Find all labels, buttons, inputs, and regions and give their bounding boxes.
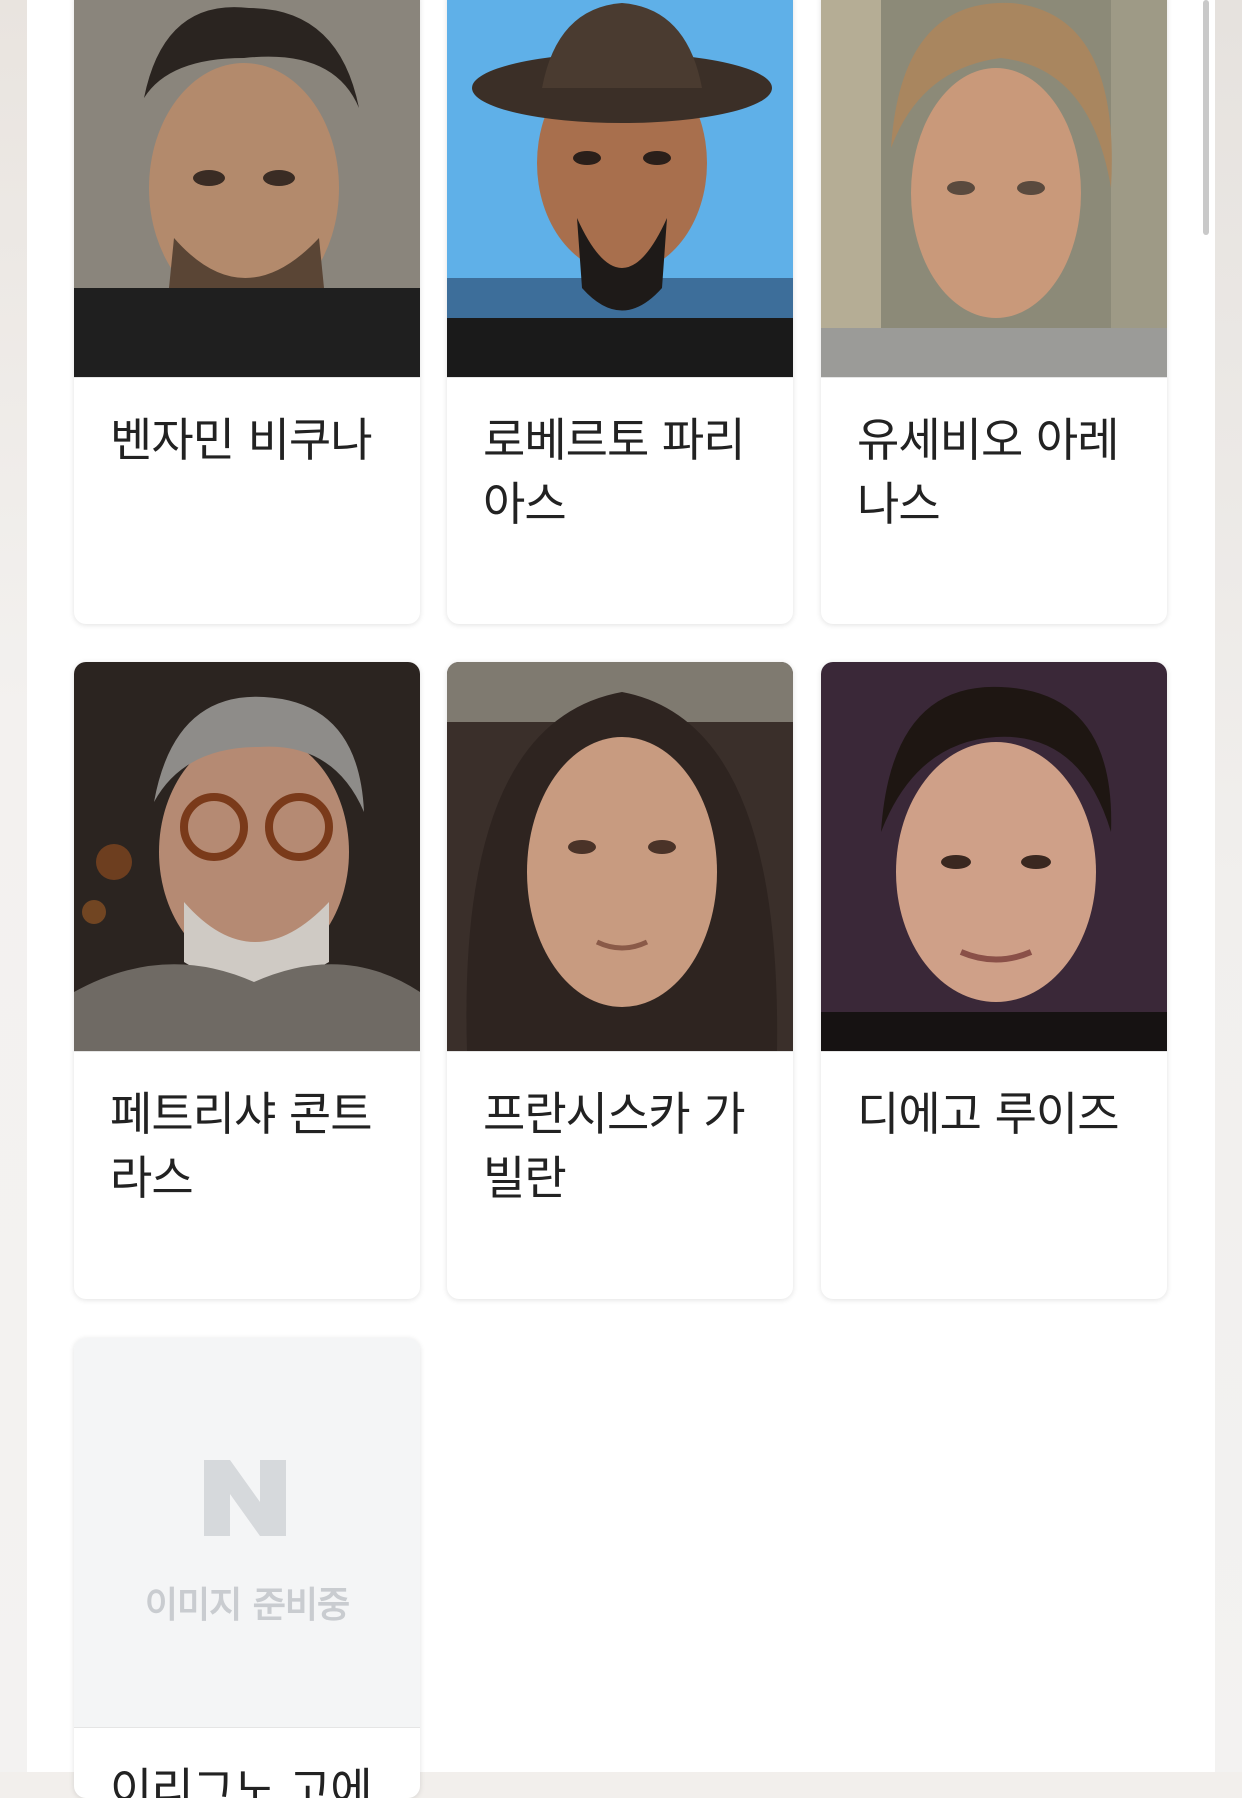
card-divider — [74, 1051, 420, 1052]
cast-photo[interactable] — [447, 0, 793, 377]
cast-card[interactable]: 로베르토 파리아스 — [447, 0, 793, 624]
page-background-left — [0, 0, 27, 1772]
naver-n-icon — [204, 1460, 286, 1536]
cast-card[interactable]: 페트리샤 콘트라스 — [74, 662, 420, 1299]
cast-name[interactable]: 유세비오 아레나스 — [857, 408, 1143, 536]
page-background-right — [1215, 0, 1242, 1772]
card-divider — [74, 1727, 420, 1728]
cast-name[interactable]: 페트리샤 콘트라스 — [110, 1082, 396, 1210]
cast-card[interactable]: 프란시스카 가빌란 — [447, 662, 793, 1299]
cast-name[interactable]: 벤자민 비쿠나 — [110, 408, 396, 472]
cast-photo[interactable] — [821, 662, 1167, 1051]
cast-card[interactable]: 유세비오 아레나스 — [821, 0, 1167, 624]
cast-grid-panel: 벤자민 비쿠나 로베르토 파리아스 유세비오 아레나스 페트리샤 콘트라스 프란… — [27, 0, 1215, 1798]
card-divider — [447, 1051, 793, 1052]
image-placeholder[interactable]: 이미지 준비중 — [74, 1338, 420, 1727]
cast-name[interactable]: 이리그노 고에 — [110, 1758, 396, 1798]
cast-card[interactable]: 벤자민 비쿠나 — [74, 0, 420, 624]
cast-photo[interactable] — [821, 0, 1167, 377]
cast-name[interactable]: 디에고 루이즈 — [857, 1082, 1143, 1146]
cast-name[interactable]: 프란시스카 가빌란 — [483, 1082, 769, 1210]
cast-photo[interactable] — [74, 662, 420, 1051]
card-divider — [74, 377, 420, 378]
cast-card[interactable]: 이미지 준비중 이리그노 고에 — [74, 1338, 420, 1798]
scrollbar-thumb[interactable] — [1203, 0, 1209, 235]
cast-card[interactable]: 디에고 루이즈 — [821, 662, 1167, 1299]
placeholder-text: 이미지 준비중 — [144, 1585, 350, 1626]
cast-photo[interactable] — [447, 662, 793, 1051]
card-divider — [821, 1051, 1167, 1052]
card-divider — [447, 377, 793, 378]
cast-photo[interactable] — [74, 0, 420, 377]
card-divider — [821, 377, 1167, 378]
cast-name[interactable]: 로베르토 파리아스 — [483, 408, 769, 536]
